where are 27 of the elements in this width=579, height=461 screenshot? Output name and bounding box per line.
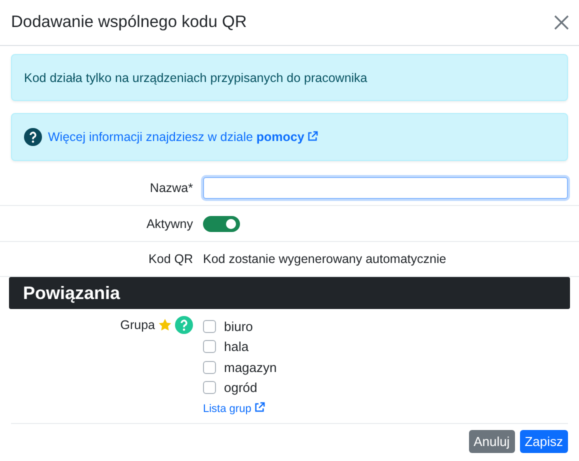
checkbox[interactable] xyxy=(203,340,216,354)
checkbox[interactable] xyxy=(203,320,216,333)
field-label: Grupa xyxy=(120,318,155,332)
section-header: Powiązania xyxy=(9,277,570,309)
name-input[interactable] xyxy=(203,176,568,198)
help-icon xyxy=(24,128,42,146)
save-button[interactable]: Zapisz xyxy=(520,430,568,453)
alert-text: Kod działa tylko na urządzeniach przypisanych do pracownika xyxy=(24,70,368,84)
field-label: Nazwa* xyxy=(148,180,193,194)
cancel-button[interactable]: Anuluj xyxy=(468,430,515,453)
help-link[interactable]: Więcej informacji znajdziesz w dziale pomocy xyxy=(48,130,318,144)
dialog-title: Dodawanie wspólnego kodu QR xyxy=(11,13,247,32)
field-label: Kod QR xyxy=(148,252,193,266)
checkbox[interactable] xyxy=(203,360,216,374)
field-value: Kod zostanie wygenerowany automatycznie xyxy=(203,252,446,266)
checkbox-label[interactable]: hala xyxy=(224,339,249,354)
checkbox[interactable] xyxy=(203,381,216,394)
external-link-icon xyxy=(254,402,266,413)
checkbox-label[interactable]: biuro xyxy=(224,318,253,334)
close-icon[interactable] xyxy=(554,15,569,30)
field-label: Aktywny xyxy=(145,216,193,230)
checkbox-label[interactable]: magazyn xyxy=(224,360,277,375)
group-list-link[interactable]: Lista grup xyxy=(203,402,266,415)
active-toggle[interactable] xyxy=(203,216,240,232)
help-icon[interactable] xyxy=(175,316,193,334)
checkbox-label[interactable]: ogród xyxy=(224,380,258,396)
external-link-icon xyxy=(307,131,318,142)
